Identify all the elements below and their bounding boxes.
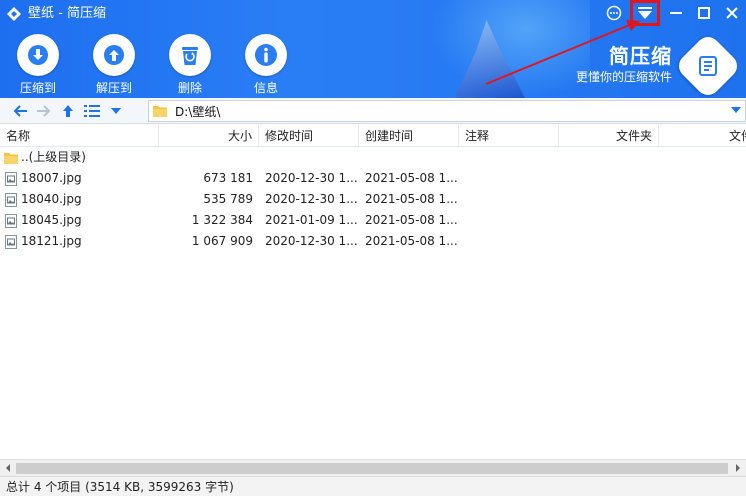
column-comment[interactable]: 注释 xyxy=(459,125,559,147)
image-file-icon xyxy=(5,234,17,249)
file-row[interactable]: 18007.jpg 673 181 2020-12-30 1... 2021-05-0… xyxy=(0,168,746,189)
image-file-icon xyxy=(5,171,17,186)
main-toolbar: 压缩到 解压到 删除 信息 xyxy=(0,34,304,96)
file-name-cell: 18045.jpg xyxy=(0,210,159,231)
file-created: 2021-05-08 1... xyxy=(365,171,458,185)
folder-icon xyxy=(153,106,167,117)
arrow-left-icon xyxy=(13,104,27,117)
column-file[interactable]: 文件 xyxy=(659,125,746,147)
folder-icon xyxy=(4,152,18,164)
window-title: 壁纸 - 简压缩 xyxy=(28,6,106,21)
file-size: 535 789 xyxy=(203,192,253,206)
compress-to-circle xyxy=(17,34,59,76)
file-modified: 2021-01-09 1... xyxy=(265,213,358,227)
extract-to-circle xyxy=(93,34,135,76)
delete-circle xyxy=(169,34,211,76)
delete-button[interactable]: 删除 xyxy=(152,34,228,96)
back-button[interactable] xyxy=(8,100,32,122)
status-bar: 总计 4 个项目 (3514 KB, 3599263 字节) xyxy=(0,476,746,496)
arrow-right-icon xyxy=(37,104,51,117)
brand-area: 简压缩 更懂你的压缩软件 xyxy=(546,32,746,98)
minimize-button[interactable] xyxy=(662,0,690,26)
brand-name: 简压缩 xyxy=(609,44,672,68)
app-logo-icon xyxy=(7,7,21,21)
file-created xyxy=(359,147,459,168)
brand-logo-icon xyxy=(674,32,742,98)
info-button[interactable]: 信息 xyxy=(228,34,304,96)
column-folder[interactable]: 文件夹 xyxy=(559,125,659,147)
file-modified: 2020-12-30 1... xyxy=(265,234,358,248)
scrollbar-thumb[interactable] xyxy=(16,463,728,474)
file-size xyxy=(159,147,259,168)
extract-to-button[interactable]: 解压到 xyxy=(76,34,152,96)
file-modified: 2020-12-30 1... xyxy=(265,192,358,206)
file-name: 18121.jpg xyxy=(21,234,82,248)
file-created: 2021-05-08 1... xyxy=(365,234,458,248)
column-created[interactable]: 创建时间 xyxy=(359,125,459,147)
file-name-cell: 18040.jpg xyxy=(0,189,159,210)
close-icon xyxy=(726,7,738,19)
file-name-cell: 18121.jpg xyxy=(0,231,159,252)
scroll-right-icon[interactable] xyxy=(733,463,743,473)
upload-arrow-icon xyxy=(104,45,124,65)
file-row[interactable]: 18040.jpg 535 789 2020-12-30 1... 2021-05-0… xyxy=(0,189,746,210)
app-header: 壁纸 - 简压缩 压缩到 解压到 删除 信息 简压缩 更懂你的压缩软件 xyxy=(0,0,746,98)
menu-triangle-icon xyxy=(638,7,652,19)
list-view-icon xyxy=(84,104,100,117)
chat-bubble-icon xyxy=(606,5,622,21)
maximize-icon xyxy=(698,7,710,19)
minimize-icon xyxy=(670,12,682,14)
file-name: ..(上级目录) xyxy=(21,150,86,164)
extract-to-label: 解压到 xyxy=(95,81,132,95)
path-text: D:\壁纸\ xyxy=(175,104,221,119)
file-row[interactable]: ..(上级目录) xyxy=(0,147,746,168)
scroll-left-icon[interactable] xyxy=(3,463,13,473)
forward-button[interactable] xyxy=(32,100,56,122)
file-name: 18007.jpg xyxy=(21,171,82,185)
chevron-down-icon xyxy=(111,107,121,114)
brand-slogan: 更懂你的压缩软件 xyxy=(575,70,672,84)
info-icon xyxy=(255,44,277,66)
close-button[interactable] xyxy=(718,0,746,26)
delete-label: 删除 xyxy=(177,81,202,95)
file-created: 2021-05-08 1... xyxy=(365,213,458,227)
file-created: 2021-05-08 1... xyxy=(365,192,458,206)
info-circle xyxy=(245,34,287,76)
compress-to-button[interactable]: 压缩到 xyxy=(0,34,76,96)
file-size: 673 181 xyxy=(203,171,253,185)
view-mode-button[interactable] xyxy=(80,100,104,122)
trash-icon xyxy=(182,47,198,65)
file-row[interactable]: 18045.jpg 1 322 384 2021-01-09 1... 2021-05… xyxy=(0,210,746,231)
column-header: 名称 大小 修改时间 创建时间 注释 文件夹 文件 xyxy=(0,125,746,147)
path-input[interactable]: D:\壁纸\ xyxy=(148,100,746,122)
up-folder-button[interactable] xyxy=(56,100,80,122)
view-mode-dropdown[interactable] xyxy=(104,100,128,122)
file-size: 1 067 909 xyxy=(191,234,253,248)
chevron-down-icon[interactable] xyxy=(731,107,741,113)
column-modified[interactable]: 修改时间 xyxy=(259,125,359,147)
feedback-button[interactable] xyxy=(600,0,628,26)
navigation-bar: D:\壁纸\ xyxy=(0,98,746,124)
column-name[interactable]: 名称 xyxy=(0,125,159,147)
file-modified: 2020-12-30 1... xyxy=(265,171,358,185)
horizontal-scrollbar[interactable] xyxy=(0,459,746,476)
file-name-cell: ..(上级目录) xyxy=(0,147,159,168)
file-modified xyxy=(259,147,359,168)
info-label: 信息 xyxy=(253,81,278,95)
column-size[interactable]: 大小 xyxy=(159,125,259,147)
arrow-up-icon xyxy=(63,104,73,117)
file-name-cell: 18007.jpg xyxy=(0,168,159,189)
image-file-icon xyxy=(5,213,17,228)
file-name: 18045.jpg xyxy=(21,213,82,227)
menu-dropdown-button[interactable] xyxy=(630,0,660,26)
file-list: ..(上级目录) 18007.jpg 673 181 2020-12-30 1... 2… xyxy=(0,147,746,459)
window-controls xyxy=(600,0,746,26)
file-size: 1 322 384 xyxy=(191,213,253,227)
file-name: 18040.jpg xyxy=(21,192,82,206)
compress-to-label: 压缩到 xyxy=(19,81,56,95)
maximize-button[interactable] xyxy=(690,0,718,26)
image-file-icon xyxy=(5,192,17,207)
file-row[interactable]: 18121.jpg 1 067 909 2020-12-30 1... 2021-05… xyxy=(0,231,746,252)
download-arrow-icon xyxy=(28,45,48,65)
